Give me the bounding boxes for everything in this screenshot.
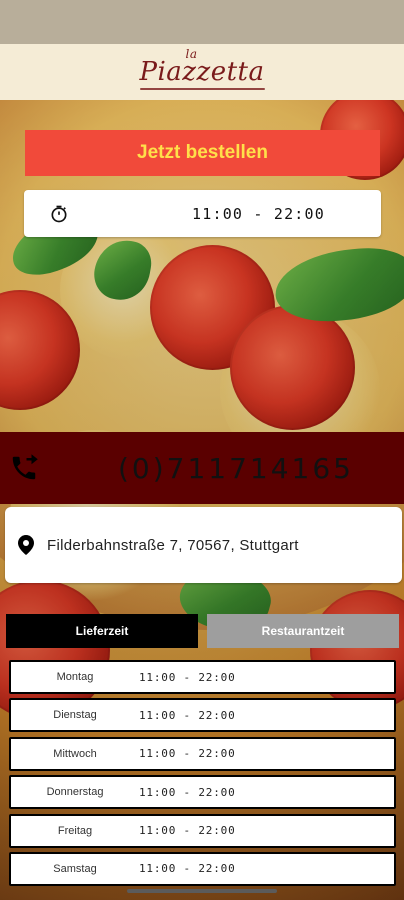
stopwatch-icon <box>24 204 94 224</box>
schedule-day: Montag <box>56 671 94 683</box>
schedule-time: 11:00 - 22:00 <box>139 708 236 722</box>
schedule-time: 11:00 - 22:00 <box>139 670 236 684</box>
schedule-time: 11:00 - 22:00 <box>139 862 236 876</box>
brand-main-text: Piazzetta <box>139 57 265 87</box>
status-bar <box>0 0 404 44</box>
tab-lieferzeit[interactable]: Lieferzeit <box>6 614 198 648</box>
schedule-day: Mittwoch <box>53 747 97 760</box>
brand-small-text: la <box>185 47 198 61</box>
schedule-row: Donnerstag 11:00 - 22:00 <box>9 775 396 810</box>
address-card[interactable]: Filderbahnstraße 7, 70567, Stuttgart <box>5 507 402 583</box>
home-indicator[interactable] <box>127 889 277 893</box>
app-header: la Piazzetta <box>0 44 404 100</box>
schedule-day: Freitag <box>57 824 93 837</box>
brand-logo: la Piazzetta <box>139 47 265 90</box>
address-text: Filderbahnstraße 7, 70567, Stuttgart <box>47 536 299 554</box>
schedule-day: Donnerstag <box>46 786 104 799</box>
opening-hours-text: 11:00 - 22:00 <box>192 204 325 223</box>
opening-hours-card: 11:00 - 22:00 <box>24 190 381 237</box>
phone-forward-icon[interactable] <box>2 446 46 490</box>
schedule-time: 11:00 - 22:00 <box>139 785 236 799</box>
schedule-row: Samstag 11:00 - 22:00 <box>9 851 396 886</box>
schedule-row: Montag 11:00 - 22:00 <box>9 660 396 694</box>
schedule-row: Dienstag 11:00 - 22:00 <box>9 698 396 733</box>
order-now-button[interactable]: Jetzt bestellen <box>25 130 380 176</box>
schedule-day: Samstag <box>53 862 97 875</box>
phone-band[interactable]: (0)711714165 <box>0 432 404 504</box>
schedule-list: Montag 11:00 - 22:00 Dienstag 11:00 - 22… <box>9 660 396 890</box>
schedule-time: 11:00 - 22:00 <box>139 824 236 838</box>
phone-number[interactable]: (0)711714165 <box>118 452 354 485</box>
hours-tabs: Lieferzeit Restaurantzeit <box>6 614 399 648</box>
brand-underline <box>139 88 265 90</box>
schedule-day: Dienstag <box>53 709 97 722</box>
schedule-row: Mittwoch 11:00 - 22:00 <box>9 736 396 771</box>
schedule-time: 11:00 - 22:00 <box>139 747 236 761</box>
tab-restaurantzeit[interactable]: Restaurantzeit <box>207 614 399 648</box>
schedule-row: Freitag 11:00 - 22:00 <box>9 813 396 848</box>
location-pin-icon <box>5 535 47 555</box>
